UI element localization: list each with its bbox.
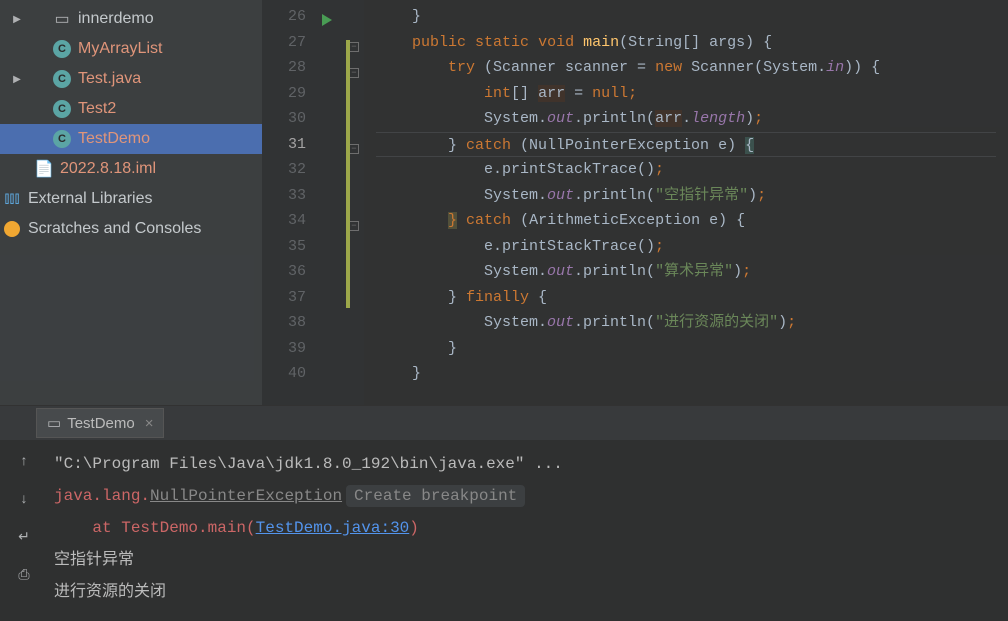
console-exception-line: java.lang.NullPointerExceptionCreate bre…	[54, 480, 1002, 512]
class-icon: C	[52, 99, 72, 119]
tree-item-label: MyArrayList	[78, 40, 162, 58]
stack-trace-link[interactable]: TestDemo.java:30	[256, 519, 410, 537]
run-gutter[interactable]	[318, 0, 346, 405]
folder-icon: ▭	[52, 9, 72, 29]
line-number-gutter[interactable]: 262728293031323334353637383940	[262, 0, 318, 405]
tree-class-test-java[interactable]: ▶ C Test.java	[0, 64, 262, 94]
line-number[interactable]: 33	[266, 183, 306, 209]
file-icon: 📄	[34, 159, 54, 179]
scroll-down-icon[interactable]: ↓	[12, 486, 36, 510]
code-row[interactable]: }	[376, 336, 996, 362]
line-number[interactable]: 32	[266, 157, 306, 183]
line-number[interactable]: 29	[266, 81, 306, 107]
line-number[interactable]: 39	[266, 336, 306, 362]
run-tab-testdemo[interactable]: ▭ TestDemo ×	[36, 408, 164, 438]
tree-item-label: innerdemo	[78, 10, 154, 28]
line-number[interactable]: 30	[266, 106, 306, 132]
tree-file-iml[interactable]: 📄 2022.8.18.iml	[0, 154, 262, 184]
scratch-icon	[2, 219, 22, 239]
tree-folder-innerdemo[interactable]: ▶ ▭ innerdemo	[0, 4, 262, 34]
line-number[interactable]: 38	[266, 310, 306, 336]
line-number[interactable]: 26	[266, 4, 306, 30]
code-editor[interactable]: 262728293031323334353637383940 − − − − }…	[262, 0, 1008, 405]
tree-class-testdemo[interactable]: C TestDemo	[0, 124, 262, 154]
code-row[interactable]: }	[376, 4, 996, 30]
code-row[interactable]: System.out.println("算术异常");	[376, 259, 996, 285]
code-row[interactable]: System.out.println("空指针异常");	[376, 183, 996, 209]
code-row[interactable]: } catch (ArithmeticException e) {	[376, 208, 996, 234]
tree-item-label: 2022.8.18.iml	[60, 160, 156, 178]
line-number[interactable]: 40	[266, 361, 306, 387]
tree-item-label: TestDemo	[78, 130, 150, 148]
exception-link[interactable]: NullPointerException	[150, 487, 342, 505]
file-icon: ▭	[47, 414, 61, 432]
code-row[interactable]: try (Scanner scanner = new Scanner(Syste…	[376, 55, 996, 81]
code-row[interactable]: e.printStackTrace();	[376, 157, 996, 183]
scroll-up-icon[interactable]: ↑	[12, 448, 36, 472]
line-number[interactable]: 37	[266, 285, 306, 311]
code-row[interactable]: System.out.println(arr.length);	[376, 106, 996, 132]
class-icon: C	[52, 39, 72, 59]
run-tool-window: ▭ TestDemo × ↑ ↓ ↵ ⎙ "C:\Program Files\J…	[0, 405, 1008, 621]
fold-gutter[interactable]: − − − −	[346, 0, 364, 405]
print-icon[interactable]: ⎙	[12, 562, 36, 586]
project-tree[interactable]: ▶ ▭ innerdemo C MyArrayList ▶ C Test.jav…	[0, 0, 262, 405]
class-icon: C	[52, 69, 72, 89]
close-icon[interactable]: ×	[145, 415, 154, 432]
console-line: 进行资源的关闭	[54, 576, 1002, 608]
code-row[interactable]: e.printStackTrace();	[376, 234, 996, 260]
code-row[interactable]: public static void main(String[] args) {	[376, 30, 996, 56]
run-line-icon[interactable]	[322, 14, 332, 26]
line-number[interactable]: 28	[266, 55, 306, 81]
tree-class-myarraylist[interactable]: C MyArrayList	[0, 34, 262, 64]
console-stack-line: at TestDemo.main(TestDemo.java:30)	[54, 512, 1002, 544]
run-tab-bar: ▭ TestDemo ×	[0, 406, 1008, 440]
tree-class-test2[interactable]: C Test2	[0, 94, 262, 124]
console-output[interactable]: "C:\Program Files\Java\jdk1.8.0_192\bin\…	[48, 440, 1008, 621]
console-line: 空指针异常	[54, 544, 1002, 576]
line-number[interactable]: 36	[266, 259, 306, 285]
fold-toggle-icon[interactable]: −	[349, 42, 359, 52]
chevron-right-icon: ▶	[8, 74, 26, 85]
console-line: "C:\Program Files\Java\jdk1.8.0_192\bin\…	[54, 448, 1002, 480]
code-row[interactable]: System.out.println("进行资源的关闭");	[376, 310, 996, 336]
tree-item-label: Scratches and Consoles	[28, 220, 201, 238]
line-number[interactable]: 35	[266, 234, 306, 260]
code-area[interactable]: } public static void main(String[] args)…	[364, 0, 1008, 405]
console-toolbar: ↑ ↓ ↵ ⎙	[0, 440, 48, 621]
tree-item-label: Test2	[78, 100, 116, 118]
chevron-right-icon: ▶	[8, 14, 26, 25]
tree-item-label: External Libraries	[28, 190, 153, 208]
class-icon: C	[52, 129, 72, 149]
code-row[interactable]: } catch (NullPointerException e) {	[376, 132, 996, 158]
fold-toggle-icon[interactable]: −	[349, 221, 359, 231]
soft-wrap-icon[interactable]: ↵	[12, 524, 36, 548]
code-row[interactable]: }	[376, 361, 996, 387]
fold-toggle-icon[interactable]: −	[349, 144, 359, 154]
line-number[interactable]: 31	[266, 132, 306, 158]
tree-scratches[interactable]: Scratches and Consoles	[0, 214, 262, 244]
tree-external-libraries[interactable]: ⫾⫾⫾ External Libraries	[0, 184, 262, 214]
code-row[interactable]: } finally {	[376, 285, 996, 311]
tree-item-label: Test.java	[78, 70, 141, 88]
library-icon: ⫾⫾⫾	[2, 189, 22, 209]
fold-toggle-icon[interactable]: −	[349, 68, 359, 78]
run-tab-label: TestDemo	[67, 415, 135, 432]
code-row[interactable]: int[] arr = null;	[376, 81, 996, 107]
create-breakpoint-hint[interactable]: Create breakpoint	[346, 485, 525, 507]
line-number[interactable]: 34	[266, 208, 306, 234]
line-number[interactable]: 27	[266, 30, 306, 56]
